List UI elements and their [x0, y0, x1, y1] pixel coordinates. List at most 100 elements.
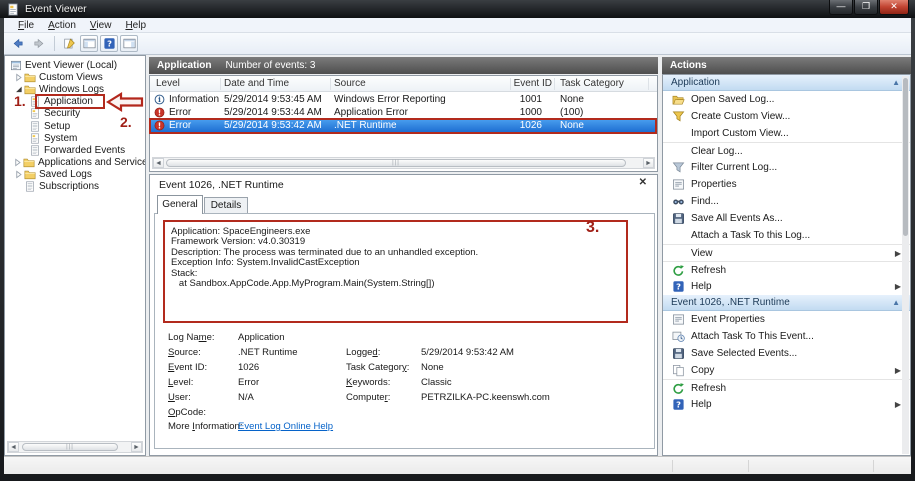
twisty-collapsed-icon[interactable]: [14, 170, 23, 179]
back-button[interactable]: [9, 35, 27, 52]
scroll-left-icon[interactable]: ◄: [8, 442, 19, 452]
field-value-user: N/A: [238, 392, 254, 403]
column-header-task-category[interactable]: Task Category: [560, 78, 624, 89]
tree-item-security[interactable]: Security: [5, 108, 145, 120]
column-separator[interactable]: [330, 78, 331, 90]
menu-bar: FileActionViewHelp: [4, 18, 911, 33]
cell: 1026: [520, 120, 542, 131]
field-value-log-name: Application: [238, 332, 284, 343]
column-header-source[interactable]: Source: [334, 78, 366, 89]
action-event-properties[interactable]: Event Properties: [663, 311, 910, 328]
event-row-1000[interactable]: !Error5/29/2014 9:53:44 AMApplication Er…: [150, 106, 657, 119]
tab-details[interactable]: Details: [204, 197, 248, 214]
action-properties[interactable]: Properties: [663, 176, 910, 193]
app-icon: [7, 3, 20, 16]
field-label-logged: Logged:: [346, 347, 380, 358]
action-import-custom-view[interactable]: Import Custom View...: [663, 125, 910, 142]
field-value-event-id: 1026: [238, 362, 259, 373]
tree-item-event-viewer-local[interactable]: Event Viewer (Local): [5, 59, 145, 71]
actions-scroll-thumb[interactable]: [903, 78, 908, 236]
root-icon: [10, 60, 22, 71]
menu-action[interactable]: Action: [41, 20, 83, 31]
tree-item-subscriptions[interactable]: Subscriptions: [5, 181, 145, 193]
action-clear-log[interactable]: Clear Log...: [663, 142, 910, 159]
titlebar[interactable]: Event Viewer —❐✕: [0, 0, 915, 18]
open-log-button[interactable]: [60, 35, 78, 52]
cell: 1001: [520, 94, 542, 105]
column-header-event-id[interactable]: Event ID: [514, 78, 552, 89]
forward-button[interactable]: [29, 35, 47, 52]
action-refresh[interactable]: Refresh: [663, 261, 910, 278]
column-header-date-and-time[interactable]: Date and Time: [224, 78, 289, 89]
maximize-button[interactable]: ❐: [854, 0, 878, 15]
list-column-header[interactable]: Level Date and Time Source Event ID Task Cat…: [150, 76, 657, 92]
column-separator[interactable]: [510, 78, 511, 90]
close-button[interactable]: ✕: [879, 0, 909, 15]
action-save-selected-events[interactable]: Save Selected Events...: [663, 345, 910, 362]
action-label: Save Selected Events...: [691, 348, 797, 359]
svg-text:?: ?: [676, 282, 681, 292]
column-separator[interactable]: [220, 78, 221, 90]
event-log-online-help-link[interactable]: Event Log Online Help: [238, 421, 333, 432]
action-attach-a-task-to-this-log[interactable]: Attach a Task To this Log...: [663, 227, 910, 244]
tree-item-system[interactable]: System: [5, 132, 145, 144]
twisty-expanded-icon[interactable]: [14, 85, 23, 94]
action-label: Properties: [691, 179, 737, 190]
close-icon[interactable]: ✕: [639, 177, 647, 188]
action-view[interactable]: View▶: [663, 244, 910, 261]
minimize-button[interactable]: —: [829, 0, 853, 15]
tree-item-custom-views[interactable]: Custom Views: [5, 71, 145, 83]
filter-gray-icon: [670, 161, 686, 174]
action-label: Open Saved Log...: [691, 94, 774, 105]
tab-general[interactable]: General: [157, 195, 203, 214]
action-help[interactable]: ?Help▶: [663, 278, 910, 295]
page-icon: [24, 181, 36, 192]
action-attach-task-to-this-event[interactable]: Attach Task To This Event...: [663, 328, 910, 345]
tree-item-forwarded-events[interactable]: Forwarded Events: [5, 144, 145, 156]
list-scroll-thumb[interactable]: |||: [166, 159, 626, 167]
tree-item-applications-and-services-lo[interactable]: Applications and Services Lo: [5, 157, 145, 169]
scroll-right-icon[interactable]: ►: [643, 158, 654, 168]
tree-item-setup[interactable]: Setup: [5, 120, 145, 132]
action-help[interactable]: ?Help▶: [663, 396, 910, 413]
column-header-level[interactable]: Level: [156, 78, 180, 89]
cell: 5/29/2014 9:53:45 AM: [224, 94, 322, 105]
column-separator[interactable]: [554, 78, 555, 90]
tree-scroll-thumb[interactable]: |||: [22, 443, 118, 451]
action-open-saved-log[interactable]: Open Saved Log...: [663, 91, 910, 108]
tree-item-windows-logs[interactable]: Windows Logs: [5, 83, 145, 95]
field-label-log-name: Log Name:: [168, 332, 215, 343]
console-tree-button[interactable]: [80, 35, 98, 52]
tree-horizontal-scrollbar[interactable]: ◄ ||| ►: [7, 441, 143, 453]
menu-view[interactable]: View: [83, 20, 119, 31]
action-pane-button[interactable]: [120, 35, 138, 52]
help-button[interactable]: ?: [100, 35, 118, 52]
menu-help[interactable]: Help: [118, 20, 153, 31]
action-filter-current-log[interactable]: Filter Current Log...: [663, 159, 910, 176]
actions-vertical-scrollbar[interactable]: [902, 76, 909, 454]
menu-file[interactable]: File: [11, 20, 41, 31]
cell: None: [560, 120, 584, 131]
action-create-custom-view[interactable]: Create Custom View...: [663, 108, 910, 125]
tree-item-saved-logs[interactable]: Saved Logs: [5, 169, 145, 181]
list-horizontal-scrollbar[interactable]: ◄ ||| ►: [152, 157, 655, 169]
event-row-1001[interactable]: iInformation5/29/2014 9:53:45 AMWindows …: [150, 93, 657, 106]
twisty-collapsed-icon[interactable]: [14, 73, 23, 82]
action-save-all-events-as[interactable]: Save All Events As...: [663, 210, 910, 227]
tree-item-label: Applications and Services Lo: [38, 157, 145, 168]
action-find[interactable]: Find...: [663, 193, 910, 210]
event-row-1026[interactable]: !Error5/29/2014 9:53:42 AM.NET Runtime10…: [150, 119, 657, 132]
scroll-right-icon[interactable]: ►: [131, 442, 142, 452]
field-value-logged: 5/29/2014 9:53:42 AM: [421, 347, 514, 358]
column-separator[interactable]: [648, 78, 649, 90]
collapse-icon[interactable]: ▲: [892, 298, 900, 307]
tree-item-application[interactable]: Application: [5, 96, 145, 108]
window-title: Event Viewer: [25, 3, 87, 15]
action-copy[interactable]: Copy▶: [663, 362, 910, 379]
actions-section-application[interactable]: Application▲: [663, 75, 910, 91]
collapse-icon[interactable]: ▲: [892, 78, 900, 87]
actions-section-event-1026-net-runtime[interactable]: Event 1026, .NET Runtime▲: [663, 295, 910, 311]
twisty-collapsed-icon[interactable]: [14, 158, 22, 167]
action-refresh[interactable]: Refresh: [663, 379, 910, 396]
scroll-left-icon[interactable]: ◄: [153, 158, 164, 168]
